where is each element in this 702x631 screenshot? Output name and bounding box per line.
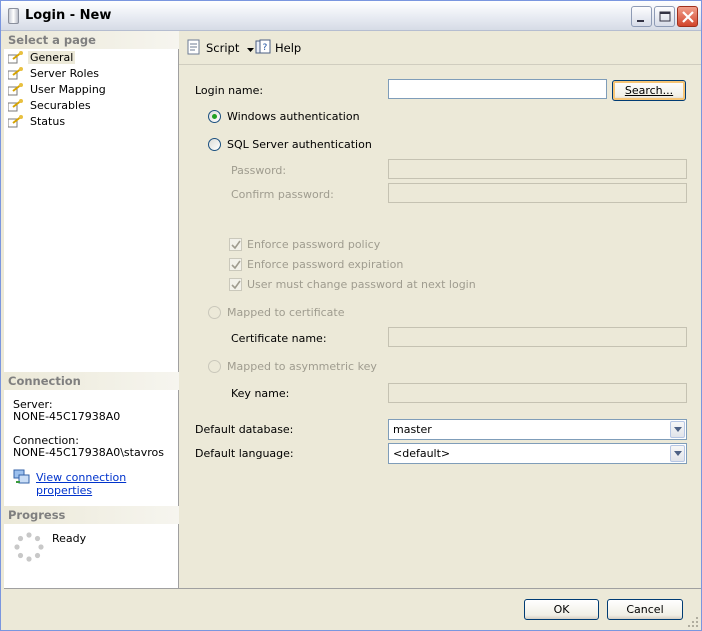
server-value: NONE-45C17938A0 — [13, 410, 121, 423]
confirm-password-field[interactable] — [388, 183, 687, 203]
progress-spinner-icon — [13, 531, 45, 563]
sql-auth-radio[interactable] — [208, 138, 221, 151]
toolbar: Script ? Help — [179, 31, 701, 65]
page-item-securables[interactable]: Securables — [7, 97, 93, 113]
login-name-label: Login name: — [195, 84, 264, 97]
main-panel: Script ? Help Login name: Search... Wind… — [179, 31, 701, 588]
default-database-select[interactable]: master — [388, 419, 687, 440]
page-item-user-mapping[interactable]: User Mapping — [7, 81, 108, 97]
enforce-policy-label: Enforce password policy — [247, 238, 381, 251]
connection-properties-icon — [13, 469, 31, 485]
login-name-input[interactable] — [388, 79, 607, 99]
page-item-label: Securables — [30, 98, 91, 112]
password-label: Password: — [231, 164, 287, 177]
script-button[interactable]: Script — [186, 39, 255, 58]
search-button[interactable]: Search... — [612, 80, 686, 101]
default-database-value: master — [393, 423, 432, 436]
view-connection-properties-link[interactable]: View connection properties — [36, 471, 178, 497]
progress-status: Ready — [52, 532, 87, 545]
confirm-password-label: Confirm password: — [231, 188, 334, 201]
default-language-value: <default> — [393, 447, 451, 460]
key-name-field[interactable] — [388, 383, 687, 403]
page-icon — [7, 114, 24, 128]
enforce-policy-checkbox[interactable] — [229, 238, 242, 251]
enforce-expiration-checkbox[interactable] — [229, 258, 242, 271]
mapped-certificate-radio[interactable] — [208, 306, 221, 319]
cancel-button[interactable]: Cancel — [607, 599, 683, 620]
must-change-checkbox[interactable] — [229, 278, 242, 291]
help-icon: ? — [255, 39, 271, 58]
minimize-button[interactable] — [631, 6, 652, 27]
login-dialog: Login - New Select a page General Server… — [0, 0, 702, 631]
page-item-label: General — [28, 50, 76, 64]
title-bar[interactable]: Login - New — [1, 1, 701, 31]
certificate-name-label: Certificate name: — [231, 332, 327, 345]
checkmark-icon — [231, 280, 241, 290]
search-button-label: Search... — [624, 84, 674, 97]
connection-header: Connection — [4, 372, 179, 390]
svg-text:?: ? — [263, 43, 268, 53]
checkmark-icon — [231, 240, 241, 250]
page-icon — [7, 98, 24, 112]
page-item-status[interactable]: Status — [7, 113, 67, 129]
mapped-certificate-label: Mapped to certificate — [227, 306, 345, 319]
checkmark-icon — [231, 260, 241, 270]
script-label: Script — [206, 41, 240, 55]
select-page-header: Select a page — [4, 31, 179, 49]
key-name-label: Key name: — [231, 387, 290, 400]
page-item-label: User Mapping — [30, 82, 106, 96]
maximize-button[interactable] — [654, 6, 675, 27]
page-icon — [7, 50, 24, 64]
connection-value: NONE-45C17938A0\stavros — [13, 446, 164, 459]
default-database-label: Default database: — [195, 423, 294, 436]
document-icon — [8, 8, 19, 24]
default-language-select[interactable]: <default> — [388, 443, 687, 464]
default-language-label: Default language: — [195, 447, 294, 460]
mapped-key-radio[interactable] — [208, 360, 221, 373]
must-change-label: User must change password at next login — [247, 278, 476, 291]
left-panel: Select a page General Server Roles User … — [4, 31, 179, 588]
password-field[interactable] — [388, 159, 687, 179]
help-label: Help — [275, 41, 302, 55]
chevron-down-icon[interactable] — [247, 41, 255, 55]
page-item-label: Status — [30, 114, 66, 128]
mapped-key-label: Mapped to asymmetric key — [227, 360, 377, 373]
ok-button[interactable]: OK — [524, 599, 599, 620]
chevron-down-icon[interactable] — [670, 421, 685, 438]
page-item-general[interactable]: General — [7, 49, 76, 65]
script-icon — [186, 39, 202, 58]
page-item-server-roles[interactable]: Server Roles — [7, 65, 101, 81]
help-button[interactable]: ? Help — [255, 39, 302, 58]
windows-auth-label: Windows authentication — [227, 110, 360, 123]
maximize-icon — [659, 11, 671, 22]
windows-auth-radio[interactable] — [208, 110, 221, 123]
page-icon — [7, 82, 24, 96]
sql-auth-label: SQL Server authentication — [227, 138, 372, 151]
page-item-label: Server Roles — [30, 66, 100, 80]
window-title: Login - New — [25, 8, 112, 23]
dialog-footer: OK Cancel — [4, 588, 701, 630]
minimize-icon — [637, 20, 644, 22]
chevron-down-icon[interactable] — [670, 445, 685, 462]
page-icon — [7, 66, 24, 80]
close-icon — [682, 11, 694, 23]
enforce-expiration-label: Enforce password expiration — [247, 258, 404, 271]
close-button[interactable] — [677, 6, 698, 27]
certificate-name-field[interactable] — [388, 327, 687, 347]
progress-header: Progress — [4, 506, 179, 524]
resize-grip-icon[interactable] — [687, 616, 699, 628]
